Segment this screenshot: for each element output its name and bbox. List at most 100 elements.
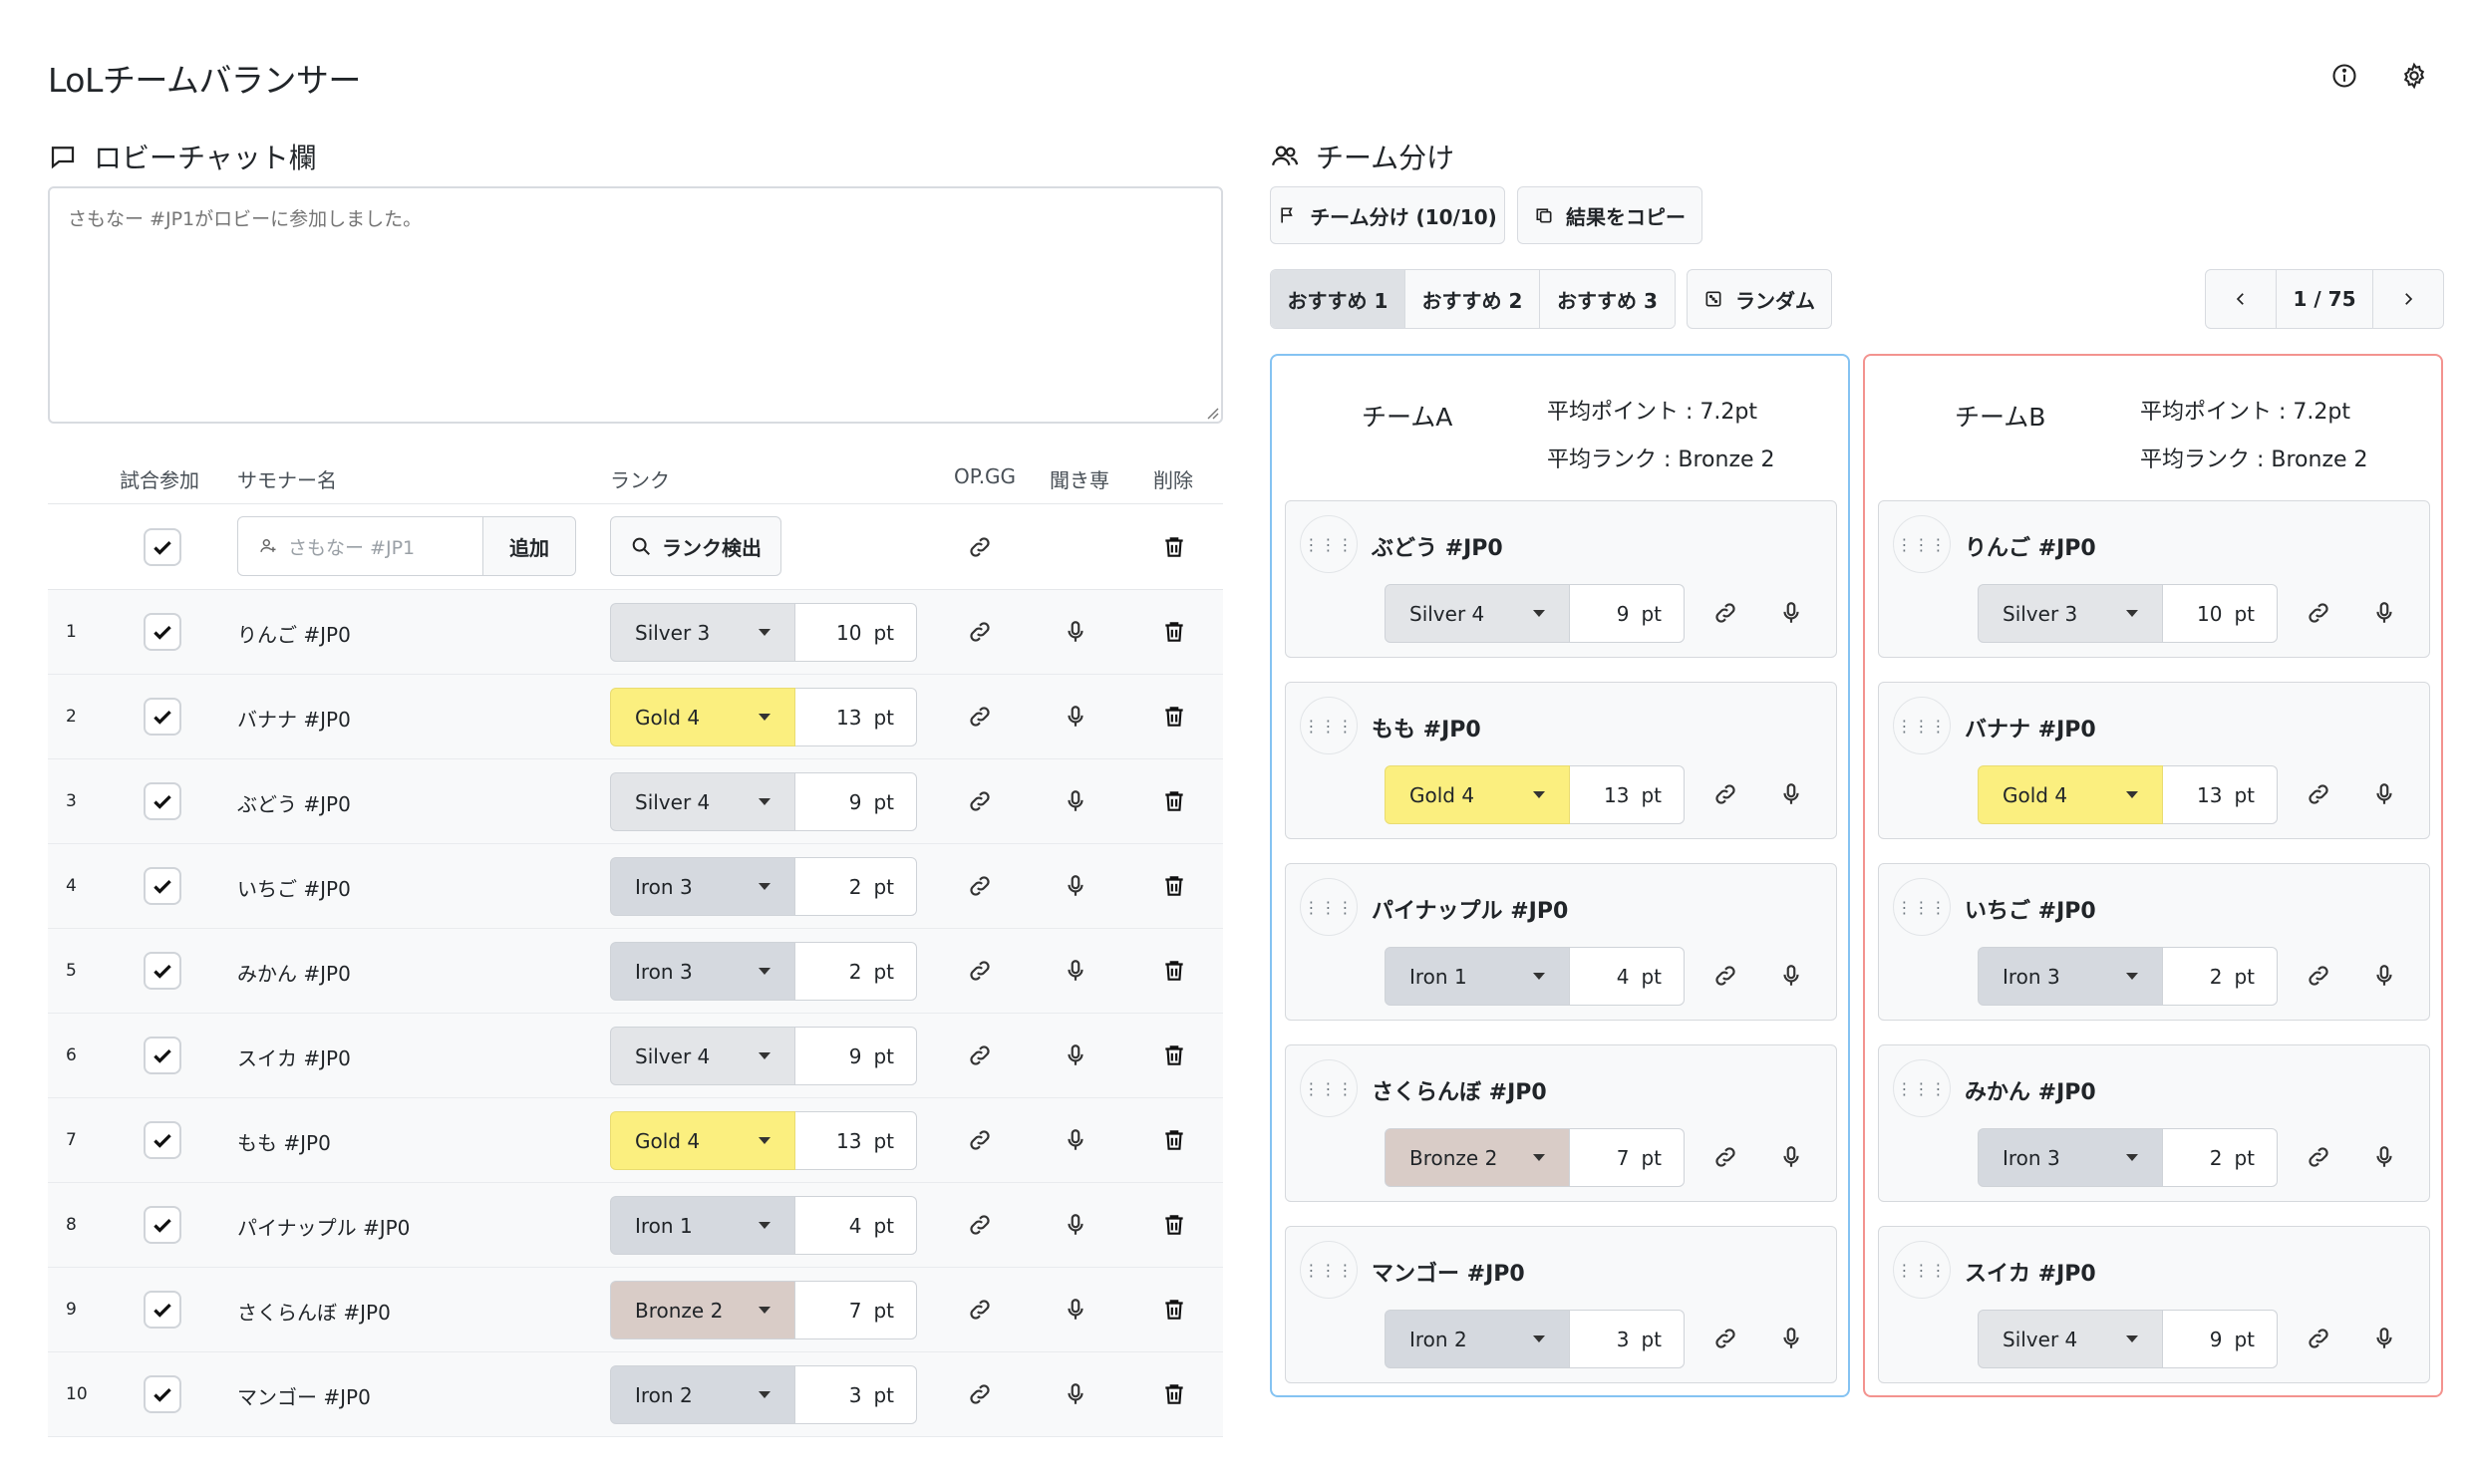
point-input[interactable]: 13 pt: [795, 688, 917, 746]
rank-select[interactable]: Silver 4: [610, 1027, 795, 1085]
summoner-input[interactable]: さもなー #JP1: [238, 517, 483, 575]
rank-select[interactable]: Iron 1: [1385, 947, 1570, 1006]
mic-icon[interactable]: [2371, 1326, 2397, 1351]
rank-select[interactable]: Iron 2: [1385, 1310, 1570, 1368]
trash-icon[interactable]: [1161, 958, 1187, 984]
join-checkbox[interactable]: [144, 1037, 181, 1074]
add-button[interactable]: 追加: [483, 517, 575, 575]
link-icon[interactable]: [1712, 781, 1738, 807]
rank-select[interactable]: Silver 4: [1385, 584, 1570, 643]
link-icon[interactable]: [1712, 600, 1738, 626]
point-input[interactable]: 4 pt: [795, 1196, 917, 1255]
mic-icon[interactable]: [1778, 963, 1804, 989]
rank-select[interactable]: Silver 4: [610, 772, 795, 831]
team-member-card[interactable]: ⋮⋮⋮ マンゴー #JP0 Iron 2 3 pt: [1285, 1226, 1837, 1383]
mic-icon[interactable]: [1063, 1381, 1088, 1407]
mic-icon[interactable]: [1063, 704, 1088, 730]
mic-icon[interactable]: [1778, 600, 1804, 626]
rank-select[interactable]: Bronze 2: [1385, 1128, 1570, 1187]
point-input[interactable]: 9 pt: [795, 772, 917, 831]
rank-select[interactable]: Gold 4: [610, 1111, 795, 1170]
link-icon[interactable]: [2306, 1326, 2331, 1351]
link-icon[interactable]: [967, 1042, 993, 1068]
mic-icon[interactable]: [2371, 963, 2397, 989]
mic-icon[interactable]: [1063, 788, 1088, 814]
mic-icon[interactable]: [1063, 1042, 1088, 1068]
link-icon[interactable]: [1712, 963, 1738, 989]
rank-select[interactable]: Gold 4: [610, 688, 795, 746]
mic-icon[interactable]: [1778, 781, 1804, 807]
rank-detect-button[interactable]: ランク検出: [610, 516, 781, 576]
team-member-card[interactable]: ⋮⋮⋮ バナナ #JP0 Gold 4 13 pt: [1878, 682, 2430, 839]
mic-icon[interactable]: [1063, 1127, 1088, 1153]
point-input[interactable]: 3 pt: [795, 1365, 917, 1424]
team-member-card[interactable]: ⋮⋮⋮ みかん #JP0 Iron 3 2 pt: [1878, 1044, 2430, 1202]
join-checkbox[interactable]: [144, 1291, 181, 1329]
trash-icon[interactable]: [1161, 788, 1187, 814]
join-checkbox[interactable]: [144, 867, 181, 905]
link-icon[interactable]: [967, 958, 993, 984]
link-icon[interactable]: [967, 788, 993, 814]
chat-box[interactable]: [48, 186, 1223, 424]
team-member-card[interactable]: ⋮⋮⋮ スイカ #JP0 Silver 4 9 pt: [1878, 1226, 2430, 1383]
link-icon[interactable]: [967, 704, 993, 730]
point-input[interactable]: 13 pt: [2163, 765, 2278, 824]
next-page-button[interactable]: [2373, 270, 2443, 328]
team-member-card[interactable]: ⋮⋮⋮ ぶどう #JP0 Silver 4 9 pt: [1285, 500, 1837, 658]
team-member-card[interactable]: ⋮⋮⋮ さくらんぼ #JP0 Bronze 2 7 pt: [1285, 1044, 1837, 1202]
rank-select[interactable]: Iron 3: [1978, 1128, 2163, 1187]
drag-handle-icon[interactable]: ⋮⋮⋮: [1300, 697, 1358, 754]
trash-icon[interactable]: [1161, 1212, 1187, 1238]
link-icon[interactable]: [967, 1127, 993, 1153]
drag-handle-icon[interactable]: ⋮⋮⋮: [1893, 515, 1951, 573]
link-icon[interactable]: [2306, 963, 2331, 989]
trash-icon[interactable]: [1161, 1127, 1187, 1153]
gear-icon[interactable]: [2400, 62, 2428, 90]
point-input[interactable]: 7 pt: [795, 1281, 917, 1339]
rank-select[interactable]: Silver 3: [1978, 584, 2163, 643]
mic-icon[interactable]: [1063, 619, 1088, 645]
link-icon[interactable]: [1712, 1326, 1738, 1351]
point-input[interactable]: 9 pt: [2163, 1310, 2278, 1368]
point-input[interactable]: 7 pt: [1570, 1128, 1685, 1187]
prev-page-button[interactable]: [2206, 270, 2276, 328]
join-checkbox[interactable]: [144, 1121, 181, 1159]
mic-icon[interactable]: [1778, 1326, 1804, 1351]
tab-recommend-2[interactable]: おすすめ 2: [1405, 270, 1540, 328]
trash-icon[interactable]: [1161, 619, 1187, 645]
rank-select[interactable]: Iron 2: [610, 1365, 795, 1424]
info-icon[interactable]: [2330, 62, 2358, 90]
drag-handle-icon[interactable]: ⋮⋮⋮: [1893, 697, 1951, 754]
copy-result-button[interactable]: 結果をコピー: [1517, 186, 1702, 244]
point-input[interactable]: 2 pt: [795, 857, 917, 916]
random-button[interactable]: ランダム: [1687, 269, 1832, 329]
team-split-button[interactable]: チーム分け (10/10): [1270, 186, 1505, 244]
rank-select[interactable]: Bronze 2: [610, 1281, 795, 1339]
drag-handle-icon[interactable]: ⋮⋮⋮: [1893, 1241, 1951, 1299]
drag-handle-icon[interactable]: ⋮⋮⋮: [1300, 1059, 1358, 1117]
link-icon[interactable]: [967, 1297, 993, 1323]
point-input[interactable]: 2 pt: [2163, 1128, 2278, 1187]
link-icon[interactable]: [967, 873, 993, 899]
point-input[interactable]: 2 pt: [795, 942, 917, 1001]
mic-icon[interactable]: [2371, 1144, 2397, 1170]
point-input[interactable]: 9 pt: [795, 1027, 917, 1085]
point-input[interactable]: 13 pt: [795, 1111, 917, 1170]
link-icon[interactable]: [1712, 1144, 1738, 1170]
point-input[interactable]: 4 pt: [1570, 947, 1685, 1006]
trash-icon[interactable]: [1161, 1297, 1187, 1323]
link-icon[interactable]: [967, 1381, 993, 1407]
tab-recommend-3[interactable]: おすすめ 3: [1540, 270, 1675, 328]
point-input[interactable]: 3 pt: [1570, 1310, 1685, 1368]
join-checkbox[interactable]: [144, 1206, 181, 1244]
rank-select[interactable]: Iron 3: [610, 942, 795, 1001]
drag-handle-icon[interactable]: ⋮⋮⋮: [1893, 878, 1951, 936]
join-all-checkbox[interactable]: [144, 528, 181, 566]
link-icon[interactable]: [967, 619, 993, 645]
team-member-card[interactable]: ⋮⋮⋮ もも #JP0 Gold 4 13 pt: [1285, 682, 1837, 839]
link-icon[interactable]: [2306, 781, 2331, 807]
point-input[interactable]: 10 pt: [795, 603, 917, 662]
mic-icon[interactable]: [1063, 1297, 1088, 1323]
mic-icon[interactable]: [2371, 600, 2397, 626]
join-checkbox[interactable]: [144, 1375, 181, 1413]
